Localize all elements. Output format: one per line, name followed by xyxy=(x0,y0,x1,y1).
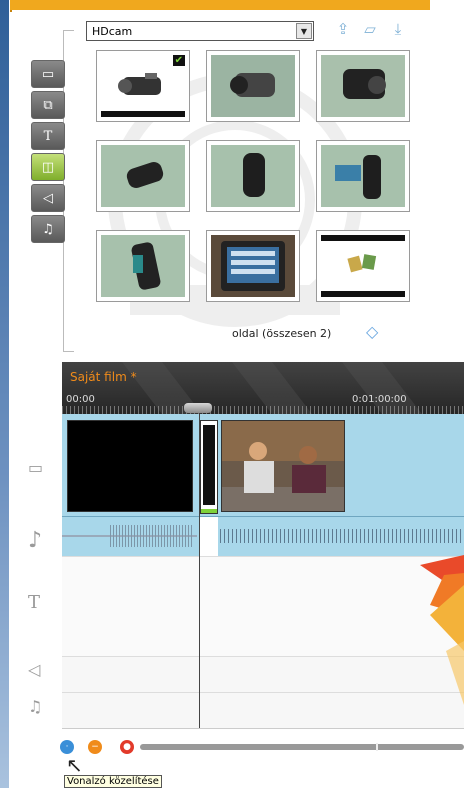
sound-effect-category-button[interactable]: ◁ xyxy=(31,184,65,212)
project-title[interactable]: Saját film * xyxy=(70,370,137,384)
chevron-down-icon[interactable]: ▼ xyxy=(296,23,312,39)
playhead-line xyxy=(199,414,200,728)
black-clip[interactable] xyxy=(67,420,193,512)
time-start-label: 00:00 xyxy=(66,394,95,405)
thumbnail-camcorder-screen[interactable] xyxy=(206,230,300,302)
decorative-shapes xyxy=(390,555,464,728)
thumbnail-camcorder-7[interactable] xyxy=(96,230,190,302)
transition-category-button[interactable]: ⧉ xyxy=(31,91,65,119)
thumbnail-camcorder-4[interactable] xyxy=(96,140,190,212)
sound-effect-track-icon: ◁ xyxy=(28,660,41,679)
camcorder-image xyxy=(343,69,386,99)
zoom-slider[interactable] xyxy=(140,743,464,751)
photo-icon: ◫ xyxy=(41,159,55,175)
audio-track-icon: ♪ xyxy=(28,528,43,553)
thumbnail-camcorder-3[interactable] xyxy=(316,50,410,122)
audio-track[interactable] xyxy=(62,516,464,557)
camcorder-image xyxy=(131,242,161,290)
audio-waveform-2 xyxy=(220,529,464,543)
music-track-icon: ♫ xyxy=(28,697,43,716)
camcorder-image xyxy=(243,153,265,197)
zoom-fit-button[interactable]: · xyxy=(60,740,74,754)
video-track-icon: ▭ xyxy=(28,458,44,477)
thumbnail-camcorder-1[interactable]: ✔ xyxy=(96,50,190,122)
title-icon: T xyxy=(43,128,53,144)
music-category-button[interactable]: ♫ xyxy=(31,215,65,243)
zoom-fit-icon: · xyxy=(65,742,69,752)
mouse-cursor-icon: ↖ xyxy=(66,753,83,777)
title-category-button[interactable]: T xyxy=(31,122,65,150)
memory-card-image xyxy=(347,254,377,273)
audio-waveform-1 xyxy=(110,525,192,547)
zoom-slider-tick xyxy=(376,743,378,751)
source-dropdown[interactable]: HDcam ▼ xyxy=(86,21,314,41)
transition-bar xyxy=(201,509,217,513)
camcorder-screen-image xyxy=(221,241,285,291)
thumbnail-camcorder-2[interactable] xyxy=(206,50,300,122)
thumbnail-camcorder-6[interactable] xyxy=(316,140,410,212)
thumbnail-memory-cards[interactable] xyxy=(316,230,410,302)
speaker-icon: ◁ xyxy=(43,190,53,206)
checkmark-icon: ✔ xyxy=(172,55,185,66)
transition-icon: ⧉ xyxy=(43,97,53,113)
camcorder-image xyxy=(230,73,275,97)
video-icon: ▭ xyxy=(41,66,55,82)
transition-clip[interactable] xyxy=(200,420,218,514)
transition-thumbnail xyxy=(203,425,215,505)
camcorder-image xyxy=(335,155,381,199)
left-window-edge xyxy=(0,0,9,788)
video-category-button[interactable]: ▭ xyxy=(31,60,65,88)
zoom-in-button[interactable]: ● xyxy=(120,740,134,754)
thumbnail-camcorder-5[interactable] xyxy=(206,140,300,212)
time-ruler[interactable] xyxy=(62,406,464,414)
people-video-clip[interactable] xyxy=(221,420,345,512)
tooltip: Vonalzó közelítése xyxy=(64,775,162,788)
import-icon[interactable]: ⤓ xyxy=(388,20,408,38)
zoom-out-button[interactable]: − xyxy=(88,740,102,754)
record-icon: ● xyxy=(123,742,131,752)
title-track-icon: T xyxy=(28,592,41,613)
people-image xyxy=(222,421,344,511)
photo-category-button[interactable]: ◫ xyxy=(31,153,65,181)
minus-icon: − xyxy=(91,742,99,752)
page-navigation-icon[interactable]: ◇ xyxy=(366,322,378,341)
source-dropdown-value: HDcam xyxy=(92,25,133,38)
music-note-icon: ♫ xyxy=(42,221,54,237)
time-mid-label: 0:01:00:00 xyxy=(352,394,407,405)
timeline-header: Saját film * 00:00 0:01:00:00 xyxy=(62,362,464,414)
folder-up-icon[interactable]: ⇪ xyxy=(333,20,353,38)
video-track[interactable] xyxy=(62,414,464,516)
page-info-label: oldal (összesen 2) xyxy=(232,327,332,340)
playhead-handle[interactable] xyxy=(184,403,212,413)
camcorder-image xyxy=(126,162,164,188)
audio-gap xyxy=(200,517,218,557)
folder-icon[interactable]: ▱ xyxy=(360,20,380,38)
